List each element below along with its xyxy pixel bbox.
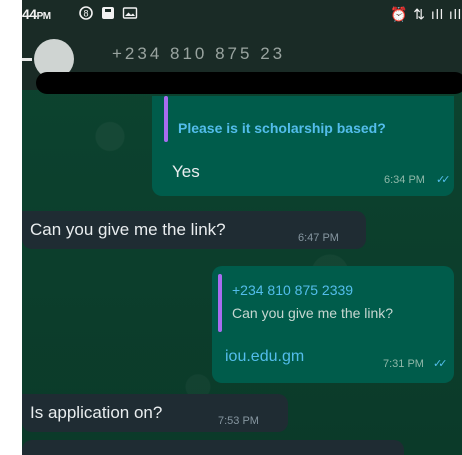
quoted-sender: +234 810 875 2339 — [232, 282, 354, 298]
svg-text:8: 8 — [83, 9, 88, 19]
message-bubble-incoming[interactable]: Is application on? 7:53 PM — [22, 394, 288, 432]
message-time: 7:53 PM — [218, 415, 259, 427]
gallery-icon — [122, 7, 138, 19]
message-link[interactable]: iou.edu.gm — [225, 348, 304, 366]
contact-name-partial[interactable]: +234 810 875 23 — [112, 44, 285, 64]
redaction-bar — [36, 72, 462, 94]
save-icon — [102, 7, 114, 19]
quoted-text: Can you give me the link? — [232, 305, 394, 321]
read-receipt-icon: ✓✓ — [433, 358, 448, 370]
message-bubble-outgoing[interactable]: +234 810 875 2339 Can you give me the li… — [212, 266, 454, 383]
message-time: 6:47 PM — [298, 232, 339, 244]
back-arrow-icon[interactable] — [22, 58, 32, 61]
chat-header[interactable]: +234 810 875 23 — [22, 28, 462, 94]
status-right-icons: ⏰ ⇅ ıll ıll — [389, 6, 462, 22]
notification-icon: 8 — [79, 6, 93, 20]
read-receipt-icon: ✓✓ — [436, 174, 451, 186]
message-text: Is application on? — [30, 403, 163, 422]
quoted-text: Please is it scholarship based? — [178, 120, 386, 136]
message-time: 6:34 PM — [384, 174, 425, 186]
message-text: Yes — [172, 162, 200, 181]
message-bubble-outgoing[interactable]: Please is it scholarship based? Yes 6:34… — [152, 96, 454, 196]
status-time: 44PM — [22, 6, 51, 22]
message-bubble-incoming[interactable]: Can you give me the link? 6:47 PM — [22, 211, 366, 249]
quote-accent-bar — [164, 96, 168, 142]
message-bubble-incoming-partial[interactable] — [22, 440, 404, 455]
message-time: 7:31 PM — [383, 358, 424, 370]
status-bar: 44PM 8 ⏰ ⇅ ıll ıll — [22, 0, 462, 28]
status-time-ampm: PM — [36, 11, 52, 22]
chat-screen: 44PM 8 ⏰ ⇅ ıll ıll +234 810 875 23 Pleas… — [22, 0, 462, 455]
quote-accent-bar — [218, 274, 222, 332]
message-text: Can you give me the link? — [30, 220, 226, 239]
status-time-value: 44 — [22, 6, 37, 22]
